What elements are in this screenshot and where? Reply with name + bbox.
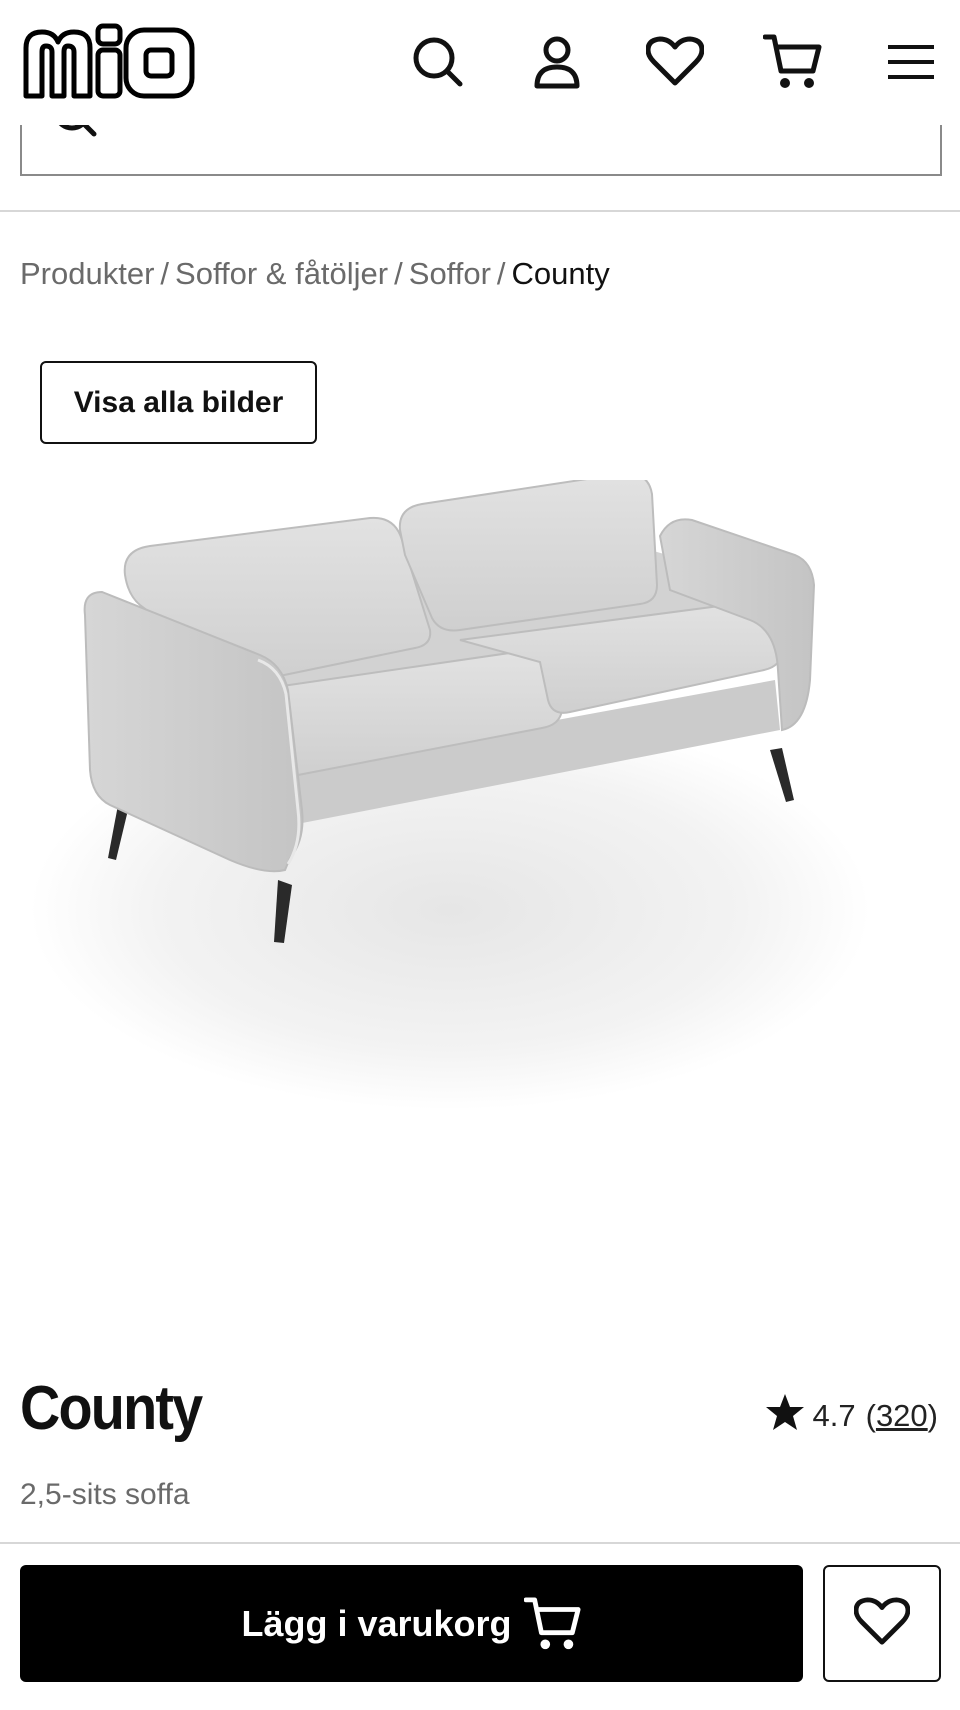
product-subtitle: 2,5-sits soffa [20,1478,190,1511]
breadcrumb-current: County [511,256,610,291]
star-icon [765,1393,805,1439]
heart-icon [853,1597,911,1650]
mio-logo[interactable] [20,22,198,104]
add-to-cart-label: Lägg i varukorg [241,1602,512,1644]
menu-icon[interactable] [879,30,943,94]
show-all-images-button[interactable]: Visa alla bilder [40,361,317,444]
add-to-cart-button[interactable]: Lägg i varukorg [20,1565,803,1682]
account-icon[interactable] [525,30,589,94]
review-count-link[interactable]: 320 [876,1398,928,1434]
breadcrumb-separator: / [160,256,170,291]
search-icon[interactable] [406,30,470,94]
cart-icon[interactable] [761,30,825,94]
breadcrumb: Produkter / Soffor & fåtöljer / Soffor /… [20,256,610,292]
breadcrumb-link-sofas-armchairs[interactable]: Soffor & fåtöljer [175,256,388,292]
breadcrumb-link-sofas[interactable]: Soffor [409,256,491,292]
heart-icon[interactable] [643,30,707,94]
product-rating: 4.7 (320) [765,1393,938,1439]
rating-paren-open: ( [865,1398,876,1433]
product-image[interactable] [30,472,930,1180]
product-title: County [20,1374,203,1443]
site-header [0,0,960,125]
cart-icon [523,1596,582,1652]
rating-value: 4.7 [812,1398,856,1433]
actions-divider [0,1542,960,1544]
add-to-wishlist-button[interactable] [823,1565,941,1682]
breadcrumb-separator: / [496,256,506,291]
rating-paren-close: ) [927,1398,938,1433]
breadcrumb-separator: / [394,256,403,291]
breadcrumb-link-products[interactable]: Produkter [20,256,154,292]
header-divider [0,210,960,212]
